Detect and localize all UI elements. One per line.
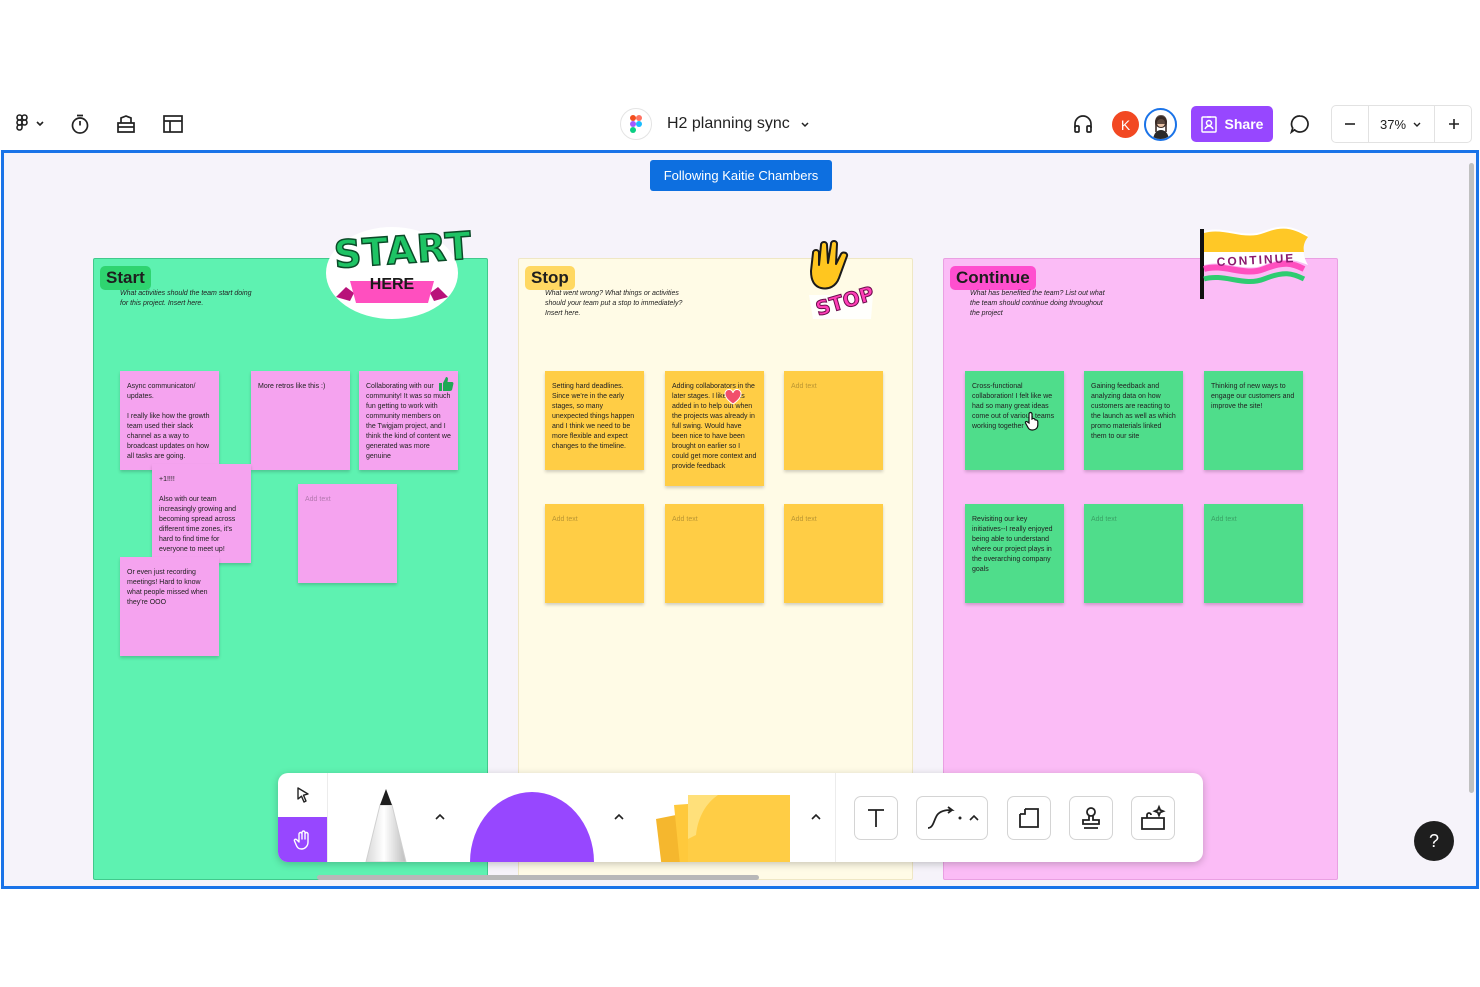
section-description-stop: What went wrong? What things or activiti… bbox=[545, 290, 683, 317]
minus-icon bbox=[1345, 123, 1355, 125]
horizontal-scrollbar[interactable] bbox=[317, 875, 759, 880]
figma-logo-icon bbox=[16, 114, 44, 131]
toolbar-divider bbox=[835, 773, 836, 862]
timer-icon bbox=[71, 114, 89, 134]
zoom-level-select[interactable]: 37% bbox=[1369, 106, 1433, 142]
continue-flag-sticker[interactable]: CONTINUE bbox=[1194, 223, 1314, 303]
top-toolbar: H2 planning sync K Share 37% bbox=[0, 101, 1480, 147]
section-title-continue[interactable]: Continue bbox=[950, 266, 1036, 290]
layout-icon bbox=[163, 115, 183, 133]
text-t-icon bbox=[868, 809, 884, 827]
chevron-up-icon bbox=[614, 813, 624, 820]
thumbs-up-icon bbox=[437, 375, 455, 398]
select-tool[interactable] bbox=[278, 773, 327, 817]
marker-tool[interactable] bbox=[358, 787, 414, 862]
chevron-down-icon bbox=[36, 121, 44, 127]
section-title-stop[interactable]: Stop bbox=[525, 266, 575, 290]
figjam-file-icon bbox=[620, 108, 652, 140]
chevron-up-icon bbox=[435, 813, 445, 820]
comments-button[interactable] bbox=[1288, 112, 1312, 136]
audio-button[interactable] bbox=[1070, 112, 1096, 136]
sticky-note-empty[interactable]: Add text bbox=[1204, 504, 1303, 603]
layout-button[interactable] bbox=[161, 112, 185, 136]
sticky-note[interactable]: Or even just recording meetings! Hard to… bbox=[120, 557, 219, 656]
sticky-options-button[interactable] bbox=[804, 807, 828, 827]
cursor-arrow-icon bbox=[296, 787, 309, 803]
library-icon bbox=[117, 115, 135, 133]
stamp-icon bbox=[1082, 807, 1100, 829]
widgets-tool[interactable] bbox=[1131, 796, 1175, 840]
shape-options-button[interactable] bbox=[607, 807, 631, 827]
sticky-note[interactable]: Adding collaborators in the later stages… bbox=[665, 371, 764, 486]
file-title-area[interactable]: H2 planning sync bbox=[620, 108, 820, 140]
sticky-note-empty[interactable]: Add text bbox=[784, 371, 883, 470]
connector-tool[interactable] bbox=[916, 796, 988, 840]
avatar[interactable]: K bbox=[1112, 111, 1139, 138]
sticky-note-tool[interactable] bbox=[640, 789, 792, 862]
start-here-sticker[interactable]: START HERE bbox=[324, 223, 474, 321]
section-title-start[interactable]: Start bbox=[100, 266, 151, 290]
hand-tool[interactable] bbox=[278, 817, 327, 862]
sticky-note[interactable]: Cross-functional collaboration! I felt l… bbox=[965, 371, 1064, 470]
chevron-down-icon[interactable] bbox=[799, 118, 811, 130]
person-avatar-icon bbox=[1152, 114, 1169, 139]
toolbar-divider bbox=[327, 773, 328, 862]
hand-tool-icon bbox=[293, 829, 309, 850]
section-tool[interactable] bbox=[1007, 796, 1051, 840]
timer-button[interactable] bbox=[68, 112, 92, 136]
zoom-level: 37% bbox=[1379, 116, 1407, 132]
section-description-start: What activities should the team start do… bbox=[120, 290, 252, 307]
sticky-note[interactable]: Thinking of new ways to engage our custo… bbox=[1204, 371, 1303, 470]
creation-toolbar bbox=[278, 773, 1203, 862]
library-button[interactable] bbox=[114, 112, 138, 136]
sticky-note[interactable]: Setting hard deadlines. Since we're in t… bbox=[545, 371, 644, 470]
connector-arrow-icon bbox=[927, 806, 962, 829]
sparkle-widgets-icon bbox=[1141, 804, 1166, 830]
stamp-tool[interactable] bbox=[1069, 796, 1113, 840]
user-avatar-photo[interactable] bbox=[1144, 108, 1177, 141]
sticky-note-empty[interactable]: Add text bbox=[1084, 504, 1183, 603]
heart-icon bbox=[724, 389, 742, 410]
sticky-note[interactable]: +1!!!! Also with our team increasingly g… bbox=[152, 464, 251, 563]
sticker-here-text: HERE bbox=[369, 276, 415, 293]
shape-tool[interactable] bbox=[468, 789, 596, 862]
vertical-scrollbar[interactable] bbox=[1469, 163, 1474, 793]
sticky-note[interactable]: More retros like this :) bbox=[251, 371, 350, 470]
stop-hand-sticker[interactable]: STOP bbox=[799, 233, 881, 321]
plus-icon bbox=[1448, 119, 1459, 129]
sticky-note[interactable]: Revisiting our key initiatives--I really… bbox=[965, 504, 1064, 603]
comment-icon bbox=[1289, 115, 1309, 135]
hand-cursor-icon bbox=[1024, 411, 1040, 436]
main-menu-button[interactable] bbox=[10, 112, 48, 136]
sticky-note-empty[interactable]: Add text bbox=[665, 504, 764, 603]
following-banner[interactable]: Following Kaitie Chambers bbox=[650, 160, 832, 191]
share-button[interactable]: Share bbox=[1191, 106, 1273, 142]
section-frame-icon bbox=[1019, 808, 1039, 828]
sticky-note-empty[interactable]: Add text bbox=[298, 484, 397, 583]
chevron-down-icon bbox=[1413, 122, 1421, 127]
text-tool[interactable] bbox=[854, 796, 898, 840]
hand-icon bbox=[810, 240, 849, 290]
share-icon bbox=[1200, 116, 1217, 133]
chevron-up-icon bbox=[811, 813, 821, 820]
sticky-stack-icon bbox=[656, 795, 790, 862]
marker-pen-icon bbox=[365, 789, 407, 862]
share-label: Share bbox=[1224, 116, 1264, 132]
sticky-note[interactable]: Async communicaton/ updates. I really li… bbox=[120, 371, 219, 470]
section-description-continue: What has benefited the team? List out wh… bbox=[970, 290, 1105, 317]
headphones-icon bbox=[1074, 115, 1092, 133]
help-button[interactable]: ? bbox=[1414, 821, 1454, 861]
sticky-note-empty[interactable]: Add text bbox=[784, 504, 883, 603]
zoom-controls: 37% bbox=[1331, 105, 1472, 143]
chevron-up-icon[interactable] bbox=[968, 813, 980, 823]
help-label: ? bbox=[1428, 830, 1439, 851]
sticker-start-text: START bbox=[332, 223, 474, 278]
sticky-note[interactable]: Gaining feedback and analyzing data on h… bbox=[1084, 371, 1183, 470]
circle-shape-icon bbox=[470, 792, 594, 862]
file-title[interactable]: H2 planning sync bbox=[667, 115, 790, 133]
zoom-out-button[interactable] bbox=[1332, 106, 1369, 142]
zoom-in-button[interactable] bbox=[1434, 106, 1472, 142]
marker-options-button[interactable] bbox=[428, 807, 452, 827]
sticky-note-empty[interactable]: Add text bbox=[545, 504, 644, 603]
